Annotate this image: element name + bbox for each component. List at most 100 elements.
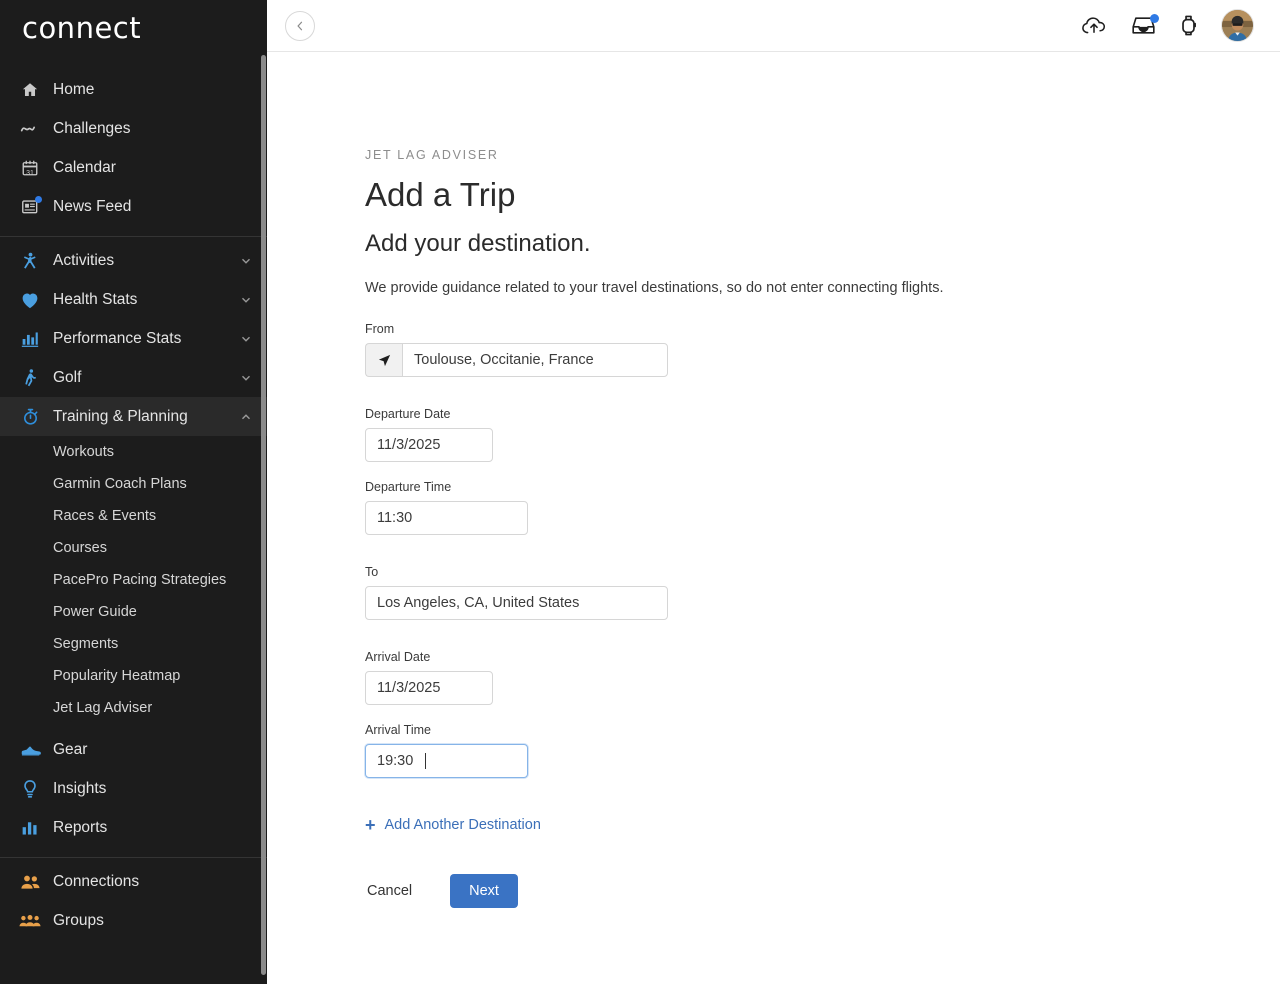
next-button[interactable]: Next — [450, 874, 518, 908]
activities-running-icon — [17, 251, 43, 271]
departure-date-block: Departure Date — [365, 407, 1280, 462]
arrival-date-label: Arrival Date — [365, 650, 431, 664]
sidebar-subitem-popularity-heatmap[interactable]: Popularity Heatmap — [0, 660, 267, 692]
arrival-date-input[interactable] — [365, 671, 493, 705]
sidebar-item-label: Insights — [53, 779, 107, 797]
chevron-down-icon — [242, 297, 250, 303]
golf-icon — [17, 368, 43, 388]
brand-name: connect — [22, 11, 142, 45]
sidebar-item-challenges[interactable]: Challenges — [0, 109, 267, 148]
arrival-time-value: 19:30 — [377, 753, 414, 769]
chevron-down-icon — [242, 375, 250, 381]
sidebar-group-social: Connections Groups — [0, 858, 267, 950]
groups-people-icon — [17, 911, 43, 931]
sidebar-subitem-courses[interactable]: Courses — [0, 532, 267, 564]
sidebar-item-groups[interactable]: Groups — [0, 901, 267, 940]
page-description: We provide guidance related to your trav… — [365, 280, 944, 296]
page-subtitle: Add your destination. — [365, 230, 591, 257]
sidebar-scrollbar[interactable] — [261, 55, 266, 975]
text-cursor — [425, 753, 427, 769]
sidebar-group-main: Activities Health Stats Performance Stat… — [0, 237, 267, 857]
plus-icon: + — [365, 815, 376, 835]
sidebar-item-label: Gear — [53, 740, 88, 758]
page-title: Add a Trip — [365, 176, 516, 213]
watch-device-icon[interactable] — [1180, 14, 1197, 37]
page-eyebrow: JET LAG ADVISER — [365, 148, 499, 162]
home-icon — [17, 80, 43, 100]
sidebar-item-gear[interactable]: Gear — [0, 730, 267, 769]
news-feed-badge — [35, 195, 42, 203]
main-content: JET LAG ADVISER Add a Trip Add your dest… — [267, 0, 1280, 984]
brand-logo[interactable]: connect — [0, 0, 267, 56]
navigation-arrow-icon — [365, 343, 402, 377]
sidebar-item-insights[interactable]: Insights — [0, 769, 267, 808]
sidebar-item-label: Groups — [53, 911, 104, 929]
cancel-button[interactable]: Cancel — [365, 877, 414, 905]
sidebar-item-training-planning[interactable]: Training & Planning — [0, 397, 267, 436]
departure-date-label: Departure Date — [365, 407, 451, 421]
form-actions: Cancel Next — [365, 874, 1280, 908]
sidebar-item-label: Home — [53, 80, 95, 98]
sidebar-item-label: Performance Stats — [53, 329, 182, 347]
app-root: connect Home Challenges 31 Calendar News… — [0, 0, 1280, 984]
sidebar-item-calendar[interactable]: 31 Calendar — [0, 148, 267, 187]
news-feed-icon — [17, 195, 43, 217]
back-button[interactable] — [285, 10, 315, 41]
sidebar-item-news-feed[interactable]: News Feed — [0, 187, 267, 226]
from-input[interactable] — [402, 343, 668, 377]
sidebar-item-label: Health Stats — [53, 290, 138, 308]
shoe-icon — [17, 740, 43, 760]
heart-icon — [17, 290, 43, 310]
add-another-destination-button[interactable]: + Add Another Destination — [365, 816, 541, 834]
bar-chart-icon — [17, 329, 43, 349]
sidebar-item-label: Activities — [53, 251, 115, 269]
inbox-badge — [1150, 14, 1159, 23]
sidebar-item-golf[interactable]: Golf — [0, 358, 267, 397]
sidebar-subitem-pacepro-pacing-strategies[interactable]: PacePro Pacing Strategies — [0, 564, 267, 596]
connections-people-icon — [17, 872, 43, 892]
form-container: JET LAG ADVISER Add a Trip Add your dest… — [267, 52, 1280, 908]
from-label: From — [365, 322, 395, 336]
arrival-time-input[interactable]: 19:30 — [365, 744, 528, 778]
sidebar-item-label: Calendar — [53, 158, 116, 176]
avatar[interactable] — [1221, 9, 1254, 42]
chevron-up-icon — [242, 413, 250, 419]
sidebar-item-label: News Feed — [53, 197, 132, 215]
to-field-block: To — [365, 565, 1280, 620]
training-submenu: Workouts Garmin Coach Plans Races & Even… — [0, 436, 267, 730]
sidebar-item-performance-stats[interactable]: Performance Stats — [0, 319, 267, 358]
from-row — [365, 343, 668, 377]
sidebar-item-label: Training & Planning — [53, 407, 188, 425]
sidebar-item-home[interactable]: Home — [0, 70, 267, 109]
sidebar-item-health-stats[interactable]: Health Stats — [0, 280, 267, 319]
chevron-down-icon — [242, 336, 250, 342]
departure-time-label: Departure Time — [365, 480, 452, 494]
sidebar-subitem-power-guide[interactable]: Power Guide — [0, 596, 267, 628]
sidebar-item-label: Golf — [53, 368, 82, 386]
sidebar-item-activities[interactable]: Activities — [0, 241, 267, 280]
to-label: To — [365, 565, 379, 579]
arrival-date-block: Arrival Date — [365, 650, 1280, 705]
calendar-icon: 31 — [17, 158, 43, 178]
sidebar-subitem-segments[interactable]: Segments — [0, 628, 267, 660]
chevron-left-icon — [297, 21, 303, 30]
sidebar-subitem-jet-lag-adviser[interactable]: Jet Lag Adviser — [0, 692, 267, 724]
top-bar — [267, 0, 1280, 52]
from-field-block: From — [365, 322, 1280, 377]
sidebar: connect Home Challenges 31 Calendar News… — [0, 0, 267, 984]
arrival-time-block: Arrival Time 19:30 — [365, 723, 1280, 778]
sidebar-item-connections[interactable]: Connections — [0, 862, 267, 901]
departure-time-input[interactable] — [365, 501, 528, 535]
sidebar-item-label: Reports — [53, 818, 108, 836]
cloud-upload-icon[interactable] — [1081, 16, 1107, 36]
sidebar-subitem-garmin-coach-plans[interactable]: Garmin Coach Plans — [0, 468, 267, 500]
stopwatch-icon — [17, 407, 43, 427]
inbox-icon[interactable] — [1131, 14, 1159, 36]
chevron-down-icon — [242, 258, 250, 264]
departure-date-input[interactable] — [365, 428, 493, 462]
sidebar-item-reports[interactable]: Reports — [0, 808, 267, 847]
sidebar-subitem-races-events[interactable]: Races & Events — [0, 500, 267, 532]
to-input[interactable] — [365, 586, 668, 620]
sidebar-subitem-workouts[interactable]: Workouts — [0, 436, 267, 468]
sidebar-item-label: Connections — [53, 872, 140, 890]
